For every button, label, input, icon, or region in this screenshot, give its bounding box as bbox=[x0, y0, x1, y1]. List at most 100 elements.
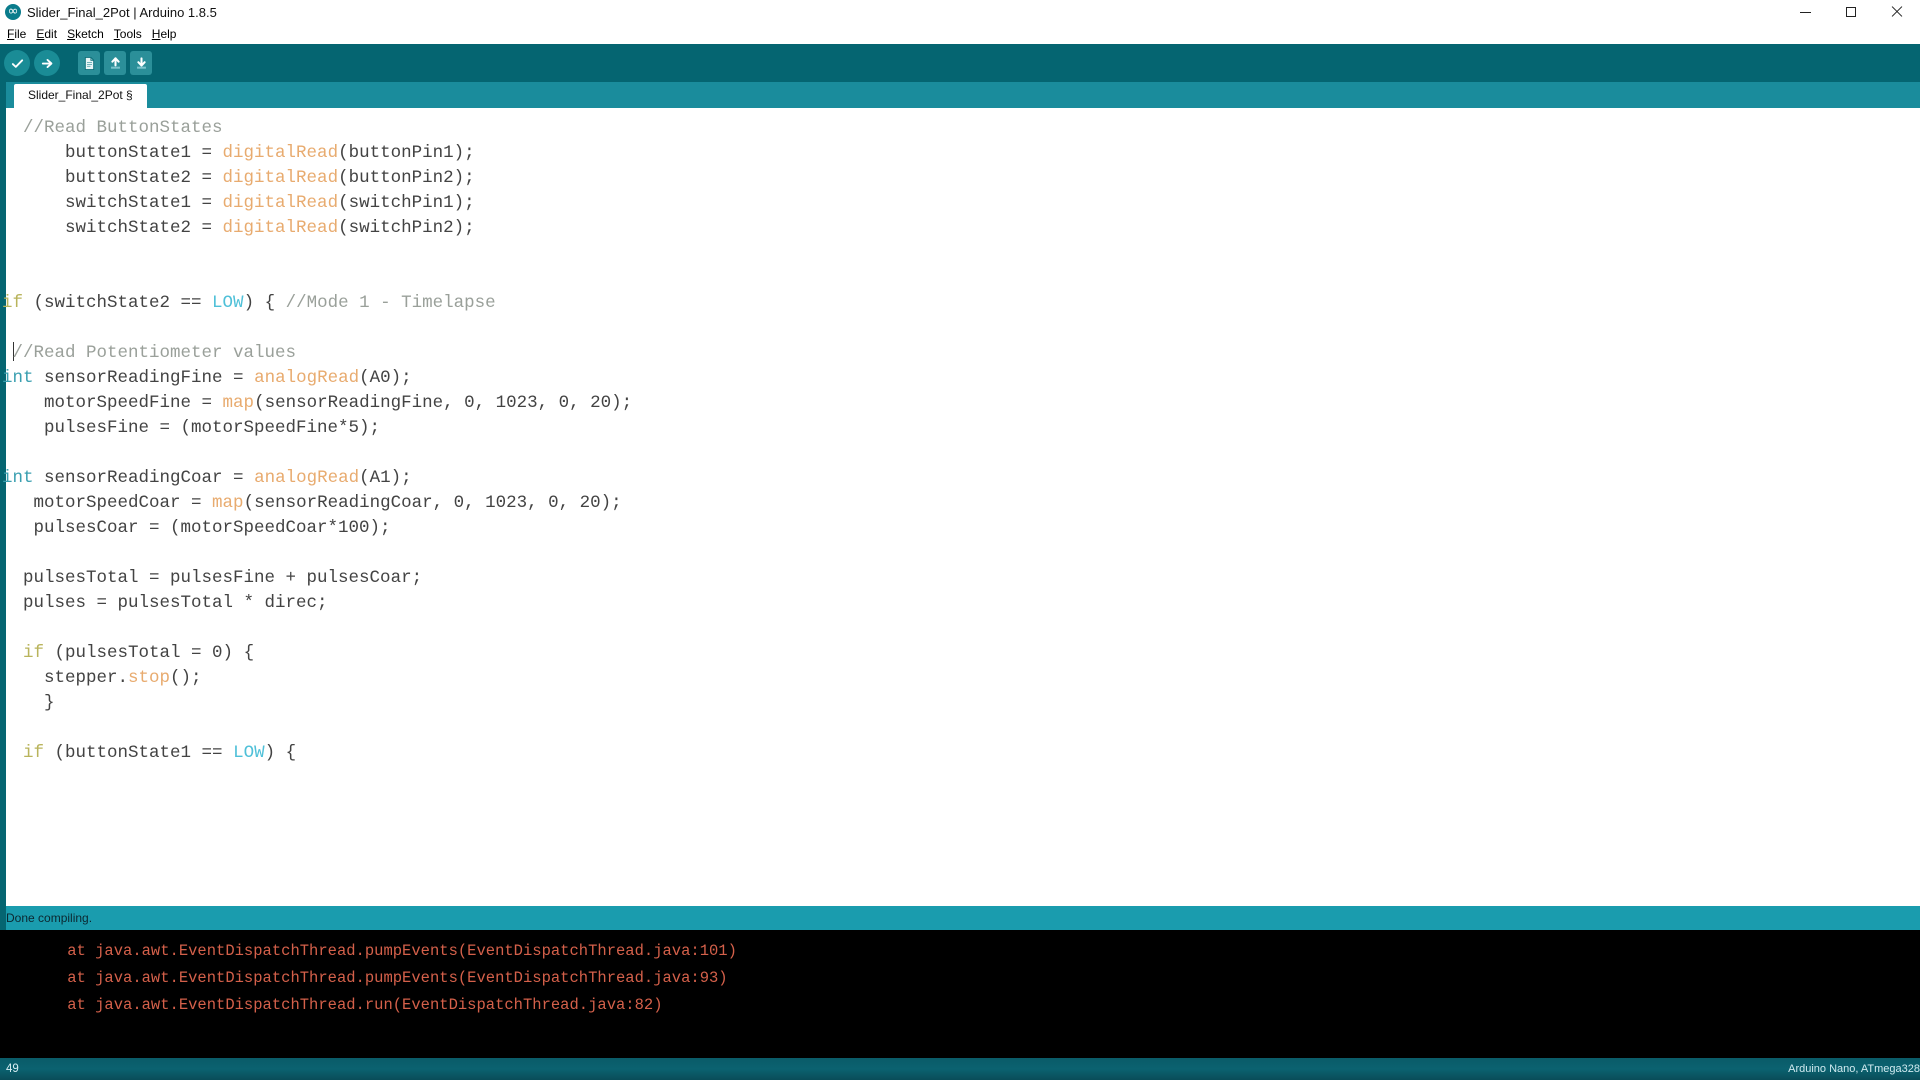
code-token-fn: map bbox=[212, 493, 244, 513]
arrow-up-icon bbox=[110, 56, 120, 69]
menu-item-sketch[interactable]: Sketch bbox=[62, 26, 109, 43]
arrow-down-icon bbox=[136, 56, 146, 69]
code-token-kw: if bbox=[2, 293, 24, 313]
code-token-fn: analogRead bbox=[254, 468, 360, 488]
upload-button[interactable] bbox=[34, 50, 60, 76]
code-line: buttonState1 = digitalRead(buttonPin1); bbox=[0, 141, 1920, 166]
verify-button[interactable] bbox=[4, 50, 30, 76]
console-output[interactable]: at java.awt.EventDispatchThread.pumpEven… bbox=[0, 930, 1920, 1058]
compile-status-text: Done compiling. bbox=[6, 911, 93, 925]
code-token-const: LOW bbox=[233, 743, 265, 763]
code-line: pulsesCoar = (motorSpeedCoar*100); bbox=[0, 516, 1920, 541]
code-token-fn: map bbox=[222, 393, 255, 413]
code-line: pulsesTotal = pulsesFine + pulsesCoar; bbox=[0, 566, 1920, 591]
code-token-plain: (pulsesTotal = 0) { bbox=[44, 643, 255, 663]
code-token-type: int bbox=[2, 468, 34, 488]
code-token-fn: digitalRead bbox=[222, 168, 339, 188]
menu-item-tools[interactable]: Tools bbox=[109, 26, 147, 43]
code-token-plain: buttonState2 = bbox=[2, 168, 223, 188]
code-token-plain: (A0); bbox=[359, 368, 412, 388]
open-button[interactable] bbox=[104, 51, 126, 75]
arduino-infinity-icon bbox=[5, 4, 21, 20]
code-line: int sensorReadingFine = analogRead(A0); bbox=[0, 366, 1920, 391]
menu-mnemonic: H bbox=[151, 26, 161, 41]
new-file-icon bbox=[84, 56, 94, 70]
code-editor[interactable]: //Read ButtonStates buttonState1 = digit… bbox=[0, 108, 1920, 906]
window-title: Slider_Final_2Pot | Arduino 1.8.5 bbox=[27, 4, 217, 20]
code-token-type: int bbox=[2, 368, 34, 388]
minimize-icon bbox=[1799, 11, 1811, 13]
code-token-plain: (A1); bbox=[359, 468, 412, 488]
code-line: int sensorReadingCoar = analogRead(A1); bbox=[0, 466, 1920, 491]
code-token-plain: stepper. bbox=[2, 668, 129, 688]
code-line: pulsesFine = (motorSpeedFine*5); bbox=[0, 416, 1920, 441]
code-token-plain: ) { bbox=[243, 293, 286, 313]
code-token-plain: switchState1 = bbox=[2, 193, 223, 213]
code-line: motorSpeedCoar = map(sensorReadingCoar, … bbox=[0, 491, 1920, 516]
maximize-button[interactable] bbox=[1828, 0, 1874, 24]
code-token-plain: pulsesTotal = pulsesFine + pulsesCoar; bbox=[2, 568, 423, 588]
menu-item-edit[interactable]: Edit bbox=[31, 26, 62, 43]
code-token-plain: (buttonPin1); bbox=[338, 143, 475, 163]
code-line: stepper.stop(); bbox=[0, 666, 1920, 691]
sketch-tab[interactable]: Slider_Final_2Pot § bbox=[14, 84, 147, 108]
code-token-comment: //Mode 1 - Timelapse bbox=[285, 293, 496, 313]
code-line: //Read ButtonStates bbox=[0, 116, 1920, 141]
code-token-plain: (switchState2 == bbox=[23, 293, 213, 313]
title-bar: Slider_Final_2Pot | Arduino 1.8.5 bbox=[0, 0, 1920, 24]
code-token-plain: sensorReadingFine = bbox=[33, 368, 255, 388]
menu-item-help[interactable]: Help bbox=[147, 26, 182, 43]
menu-mnemonic: S bbox=[67, 26, 76, 41]
code-token-plain: (switchPin2); bbox=[338, 218, 475, 238]
code-token-plain: pulsesCoar = (motorSpeedCoar*100); bbox=[2, 518, 391, 538]
code-token-plain: (sensorReadingCoar, 0, 1023, 0, 20); bbox=[243, 493, 622, 513]
code-line: pulses = pulsesTotal * direc; bbox=[0, 591, 1920, 616]
board-indicator: Arduino Nano, ATmega328 bbox=[1788, 1063, 1920, 1075]
close-button[interactable] bbox=[1874, 0, 1920, 24]
menu-mnemonic: E bbox=[36, 26, 45, 41]
arduino-ide-window: Slider_Final_2Pot | Arduino 1.8.5 FileEd… bbox=[0, 0, 1920, 1080]
code-token-plain: motorSpeedCoar = bbox=[2, 493, 213, 513]
code-token-fn: digitalRead bbox=[222, 143, 339, 163]
code-line: buttonState2 = digitalRead(buttonPin2); bbox=[0, 166, 1920, 191]
code-token-kw: if bbox=[23, 643, 45, 663]
menu-mnemonic: T bbox=[113, 26, 120, 41]
code-line: switchState2 = digitalRead(switchPin2); bbox=[0, 216, 1920, 241]
code-line: //Read Potentiometer values bbox=[0, 341, 1920, 366]
new-button[interactable] bbox=[78, 51, 100, 75]
checkmark-icon bbox=[11, 58, 23, 68]
code-token-plain: switchState2 = bbox=[2, 218, 223, 238]
menu-mnemonic: F bbox=[7, 26, 15, 41]
code-token-plain: } bbox=[2, 693, 55, 713]
code-token-plain: (sensorReadingFine, 0, 1023, 0, 20); bbox=[254, 393, 633, 413]
code-token-plain: buttonState1 = bbox=[2, 143, 223, 163]
code-line: if (pulsesTotal = 0) { bbox=[0, 641, 1920, 666]
close-icon bbox=[1891, 6, 1903, 18]
window-controls bbox=[1782, 0, 1920, 24]
code-line: if (buttonState1 == LOW) { bbox=[0, 741, 1920, 766]
line-number-indicator: 49 bbox=[6, 1063, 19, 1075]
code-content: //Read ButtonStates buttonState1 = digit… bbox=[0, 108, 1920, 766]
arrow-right-icon bbox=[41, 58, 52, 68]
code-token-kw: if bbox=[23, 743, 45, 763]
code-line: if (switchState2 == LOW) { //Mode 1 - Ti… bbox=[0, 291, 1920, 316]
console-line: at java.awt.EventDispatchThread.run(Even… bbox=[30, 996, 663, 1014]
minimize-button[interactable] bbox=[1782, 0, 1828, 24]
code-line: } bbox=[0, 691, 1920, 716]
save-button[interactable] bbox=[130, 51, 152, 75]
code-token-comment: //Read ButtonStates bbox=[2, 118, 223, 138]
maximize-icon bbox=[1846, 7, 1856, 17]
code-token-fn: analogRead bbox=[254, 368, 360, 388]
code-token-plain: pulsesFine = (motorSpeedFine*5); bbox=[2, 418, 381, 438]
toolbar bbox=[0, 44, 1920, 82]
menu-item-file[interactable]: File bbox=[2, 26, 31, 43]
